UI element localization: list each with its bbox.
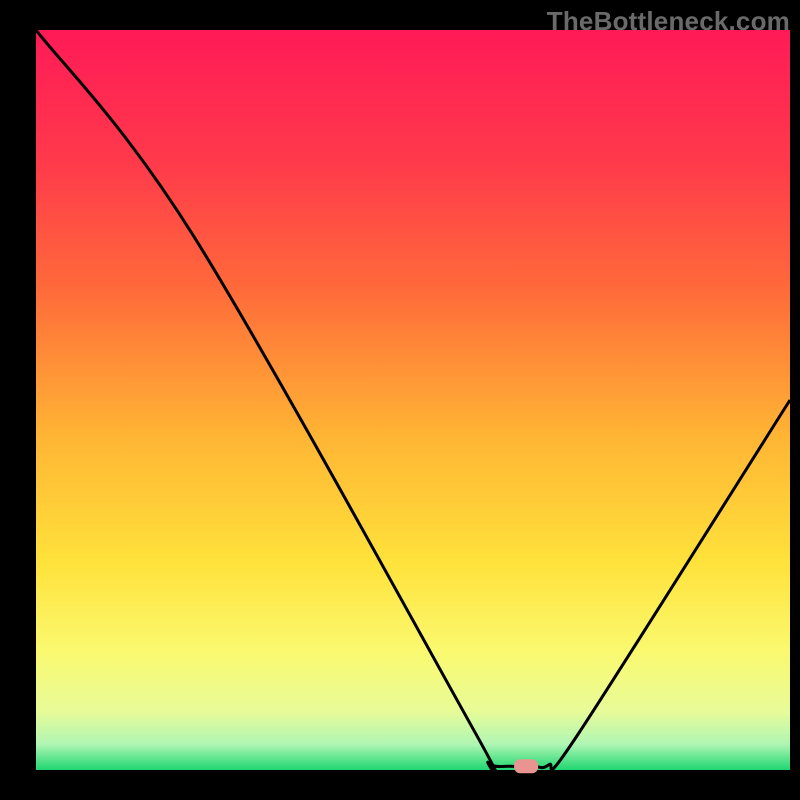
plot-area-gradient xyxy=(36,30,790,770)
optimal-point-marker xyxy=(514,759,538,773)
bottleneck-chart-svg xyxy=(0,0,800,800)
watermark-text: TheBottleneck.com xyxy=(547,6,790,37)
chart-frame: TheBottleneck.com xyxy=(0,0,800,800)
